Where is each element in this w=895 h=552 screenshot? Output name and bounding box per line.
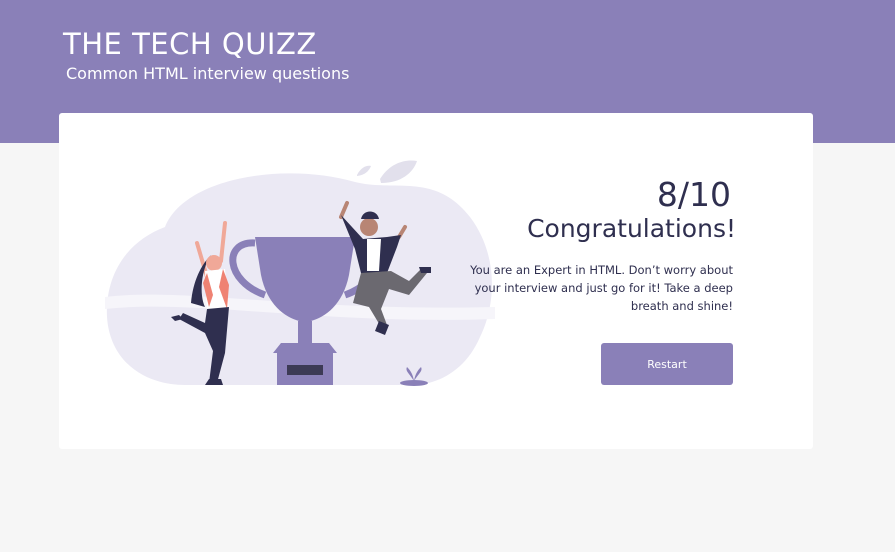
score: 8/10	[656, 175, 731, 214]
leaf-icon	[380, 160, 417, 183]
app-subtitle: Common HTML interview questions	[66, 64, 350, 83]
leaf-icon	[357, 165, 371, 176]
quiz-result-page: THE TECH QUIZZ Common HTML interview que…	[0, 0, 895, 552]
restart-button[interactable]: Restart	[601, 343, 733, 385]
result-card: 8/10 Congratulations! You are an Expert …	[59, 113, 813, 449]
app-title: THE TECH QUIZZ	[63, 27, 317, 61]
congratulations-heading: Congratulations!	[527, 214, 736, 243]
result-message: You are an Expert in HTML. Don’t worry a…	[470, 263, 733, 313]
celebration-trophy-illustration	[105, 160, 495, 386]
